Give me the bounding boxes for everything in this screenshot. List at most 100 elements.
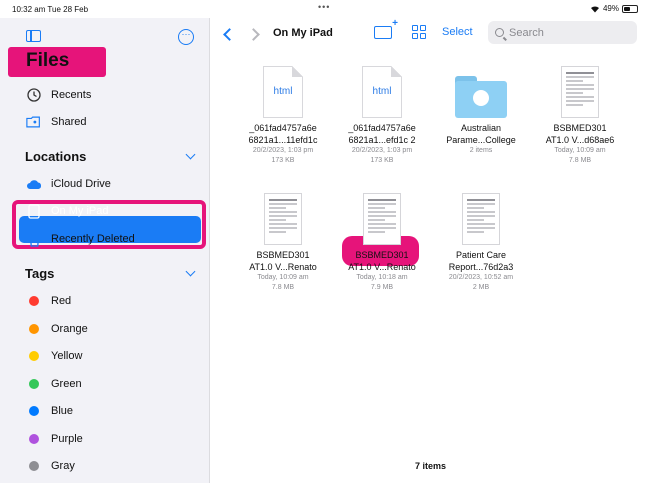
sidebar-item-tag-yellow[interactable]: Yellow — [0, 343, 210, 369]
sidebar-item-tag-purple[interactable]: Purple — [0, 426, 210, 452]
html-document-icon: html — [235, 56, 331, 118]
locations-header[interactable]: Locations — [25, 149, 86, 164]
sidebar-item-label: Orange — [51, 323, 88, 335]
tags-header[interactable]: Tags — [25, 266, 54, 281]
sidebar-item-tag-green[interactable]: Green — [0, 371, 210, 397]
file-size: 7.9 MB — [370, 284, 394, 291]
file-item[interactable]: html _061fad4757a6e 6821a1...11efd1c 20/2/2… — [235, 56, 331, 166]
clock-icon — [26, 87, 42, 103]
file-name-line: Report...76d2a3 — [448, 262, 514, 272]
wifi-icon — [590, 5, 599, 12]
sidebar-toggle-icon[interactable] — [26, 30, 41, 42]
status-bar: 10:32 am Tue 28 Feb ••• 49% — [0, 0, 650, 18]
sidebar-item-label: Shared — [51, 116, 87, 128]
more-options-icon[interactable]: ··· — [178, 29, 194, 45]
sidebar-item-tag-orange[interactable]: Orange — [0, 316, 210, 342]
file-item[interactable]: BSBMED301 AT1.0 V...Renato Today, 10:18 am… — [334, 183, 430, 293]
file-size: 2 MB — [472, 284, 490, 291]
pdf-document-icon — [532, 56, 628, 118]
file-item[interactable]: BSBMED301 AT1.0 V...d68ae6 Today, 10:09 am… — [532, 56, 628, 166]
battery-fill — [624, 6, 631, 11]
status-time: 10:32 am Tue 28 Feb — [12, 5, 89, 14]
sidebar-item-tag-red[interactable]: Red — [0, 288, 210, 314]
search-placeholder: Search — [509, 26, 544, 39]
sidebar-item-label: Blue — [51, 405, 74, 417]
search-field[interactable]: Search — [488, 21, 637, 44]
sidebar-item-on-my-ipad[interactable]: On My iPad — [0, 198, 210, 224]
sidebar-item-icloud-drive[interactable]: iCloud Drive — [0, 171, 210, 197]
tag-color-icon — [26, 458, 42, 474]
pdf-document-icon — [235, 183, 331, 245]
sidebar-item-label: On My iPad — [51, 205, 109, 217]
sidebar-item-recents[interactable]: Recents — [0, 82, 210, 108]
grid-view-icon[interactable] — [412, 25, 426, 39]
forward-chevron-icon[interactable] — [247, 28, 260, 41]
file-date: Today, 10:09 am — [554, 147, 606, 154]
tag-color-icon — [26, 403, 42, 419]
file-name: _061fad4757a6e 6821a1...11efd1c — [235, 122, 331, 146]
file-name-line: 6821a1...efd1c 2 — [348, 135, 416, 145]
file-date: 20/2/2023, 1:03 pm — [252, 147, 314, 154]
file-name-line: BSBMED301 — [553, 123, 607, 133]
chevron-down-icon[interactable] — [185, 266, 196, 277]
tag-color-icon — [26, 376, 42, 392]
file-item[interactable]: Australian Parame...College 2 items — [433, 56, 529, 156]
sidebar-item-tag-gray[interactable]: Gray — [0, 453, 210, 479]
sidebar-item-label: Green — [51, 378, 82, 390]
cloud-icon — [26, 176, 42, 192]
tag-dot — [29, 379, 39, 389]
file-browser: On My iPad Select Search html _061fad4757… — [211, 18, 650, 483]
file-date: 20/2/2023, 1:03 pm — [351, 147, 413, 154]
sidebar-item-tag-blue[interactable]: Blue — [0, 398, 210, 424]
file-item[interactable]: BSBMED301 AT1.0 V...Renato Today, 10:09 am… — [235, 183, 331, 293]
battery-percent: 49% — [602, 4, 619, 13]
file-size: 173 KB — [370, 157, 394, 164]
tag-dot — [29, 434, 39, 444]
back-chevron-icon[interactable] — [223, 28, 236, 41]
file-size: 173 KB — [271, 157, 295, 164]
sidebar-item-recently-deleted[interactable]: Recently Deleted — [0, 226, 210, 252]
file-name-line: Parame...College — [446, 135, 516, 145]
file-name-line: AT1.0 V...Renato — [348, 262, 416, 272]
tag-dot — [29, 351, 39, 361]
file-date: Today, 10:09 am — [257, 274, 309, 281]
new-folder-icon[interactable] — [374, 18, 398, 39]
file-type-label: html — [273, 86, 293, 97]
file-item[interactable]: html _061fad4757a6e 6821a1...efd1c 2 20/2/2… — [334, 56, 430, 166]
trash-icon — [26, 231, 42, 247]
file-item[interactable]: Patient Care Report...76d2a3 20/2/2023, 10… — [433, 183, 529, 293]
tag-color-icon — [26, 348, 42, 364]
sidebar-item-label: Purple — [51, 433, 83, 445]
tag-color-icon — [26, 431, 42, 447]
select-button[interactable]: Select — [442, 26, 473, 38]
sidebar-item-label: Yellow — [51, 350, 83, 362]
ipad-icon — [26, 203, 42, 219]
file-date: 2 items — [469, 147, 493, 154]
file-name: BSBMED301 AT1.0 V...Renato — [235, 249, 331, 273]
sidebar: ··· Files Recents Shared Locations iClou… — [0, 18, 210, 483]
file-date: 20/2/2023, 10:52 am — [448, 274, 514, 281]
file-name-line: _061fad4757a6e — [249, 123, 317, 133]
tag-dot — [29, 406, 39, 416]
file-name-line: BSBMED301 — [256, 250, 310, 260]
chevron-down-icon[interactable] — [185, 149, 196, 160]
sidebar-item-shared[interactable]: Shared — [0, 109, 210, 135]
file-date: Today, 10:18 am — [356, 274, 408, 281]
sidebar-toolbar: ··· — [0, 24, 210, 46]
file-name: Patient Care Report...76d2a3 — [433, 249, 529, 273]
shared-folder-icon — [26, 114, 42, 130]
file-name: BSBMED301 AT1.0 V...Renato — [334, 249, 430, 273]
multitasking-dots[interactable]: ••• — [318, 2, 330, 12]
pdf-document-icon — [433, 183, 529, 245]
sidebar-item-label: Recently Deleted — [51, 233, 135, 245]
sidebar-item-label: Red — [51, 295, 72, 307]
file-name-line: BSBMED301 — [355, 250, 409, 260]
file-name: Australian Parame...College — [433, 122, 529, 146]
file-name-line: _061fad4757a6e — [348, 123, 416, 133]
status-right: 49% — [590, 4, 638, 13]
tag-dot — [29, 296, 39, 306]
file-name-line: AT1.0 V...d68ae6 — [545, 135, 615, 145]
tag-color-icon — [26, 293, 42, 309]
folder-icon — [433, 56, 529, 118]
sidebar-title: Files — [8, 47, 106, 77]
